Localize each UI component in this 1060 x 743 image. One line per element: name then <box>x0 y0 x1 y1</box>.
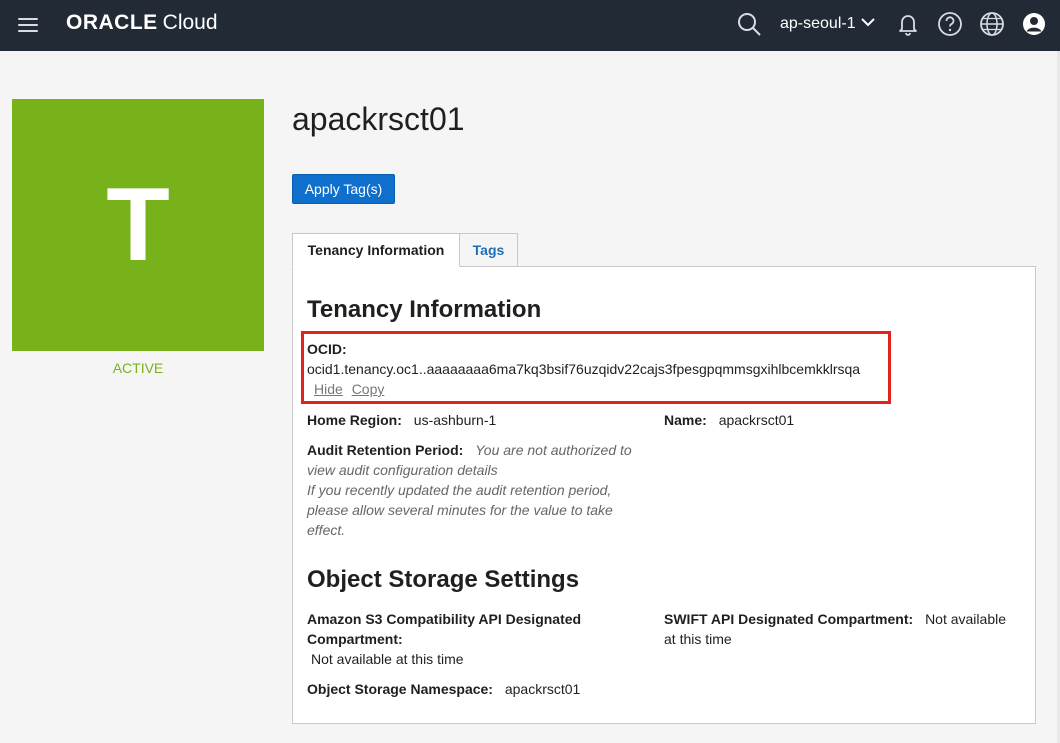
tab-tenancy-information[interactable]: Tenancy Information <box>292 233 460 267</box>
s3-compartment-label-line-1: Amazon S3 Compatibility API Designated <box>307 611 582 627</box>
copy-ocid-link[interactable]: Copy <box>352 381 385 397</box>
ocid-actions: Hide Copy <box>314 379 384 399</box>
apply-tags-button[interactable]: Apply Tag(s) <box>292 174 395 204</box>
brand-oracle-text: ORACLE <box>66 11 158 34</box>
audit-retention-block: Audit Retention Period: You are not auth… <box>307 440 667 540</box>
audit-note-line-1: You are not authorized to <box>475 442 632 458</box>
top-navigation-bar: ORACLE Cloud ap-seoul-1 <box>0 0 1060 51</box>
s3-compartment-value: Not available at this time <box>311 651 464 667</box>
brand-cloud-text: Cloud <box>162 11 218 34</box>
tab-tags[interactable]: Tags <box>460 233 518 267</box>
home-region-value: us-ashburn-1 <box>413 412 497 428</box>
swift-compartment-value-line-2: at this time <box>664 631 732 647</box>
help-icon[interactable] <box>937 11 963 37</box>
ocid-label: OCID: <box>307 341 347 357</box>
swift-compartment-label: SWIFT API Designated Compartment: <box>664 611 914 627</box>
audit-retention-label: Audit Retention Period: <box>307 442 464 458</box>
s3-compartment-label-line-2: Compartment: <box>307 631 403 647</box>
object-storage-heading: Object Storage Settings <box>307 566 580 593</box>
name-label: Name: <box>664 412 707 428</box>
namespace-label: Object Storage Namespace: <box>307 681 493 697</box>
home-region-label: Home Region: <box>307 412 402 428</box>
status-label: ACTIVE <box>112 360 164 376</box>
chevron-down-icon <box>860 15 876 33</box>
name-row: Name: apackrsct01 <box>664 410 794 430</box>
hide-ocid-link[interactable]: Hide <box>314 381 343 397</box>
search-icon[interactable] <box>736 11 762 37</box>
audit-note-line-5: effect. <box>307 522 346 538</box>
s3-compartment-block: Amazon S3 Compatibility API Designated C… <box>307 609 647 669</box>
audit-note-line-2: view audit configuration details <box>307 462 498 478</box>
namespace-row: Object Storage Namespace: apackrsct01 <box>307 679 580 699</box>
page-title: apackrsct01 <box>292 101 465 137</box>
audit-note-line-4: please allow several minutes for the val… <box>307 502 613 518</box>
swift-compartment-value-line-1: Not available <box>925 611 1006 627</box>
menu-icon[interactable] <box>16 13 40 37</box>
tenancy-avatar-tile: T <box>12 99 264 351</box>
swift-compartment-block: SWIFT API Designated Compartment: Not av… <box>664 609 1024 649</box>
ocid-value: ocid1.tenancy.oc1..aaaaaaaa6ma7kq3bsif76… <box>307 361 861 377</box>
home-region-row: Home Region: us-ashburn-1 <box>307 410 496 430</box>
user-icon[interactable] <box>1021 11 1047 37</box>
namespace-value: apackrsct01 <box>504 681 581 697</box>
tile-letter: T <box>106 167 170 283</box>
bell-icon[interactable] <box>895 11 921 37</box>
region-label: ap-seoul-1 <box>780 15 856 32</box>
globe-icon[interactable] <box>979 11 1005 37</box>
region-selector[interactable]: ap-seoul-1 <box>780 13 876 35</box>
oracle-cloud-logo[interactable]: ORACLE Cloud <box>66 11 218 37</box>
name-value: apackrsct01 <box>718 412 795 428</box>
audit-note-line-3: If you recently updated the audit retent… <box>307 482 612 498</box>
tenancy-information-heading: Tenancy Information <box>307 296 542 323</box>
